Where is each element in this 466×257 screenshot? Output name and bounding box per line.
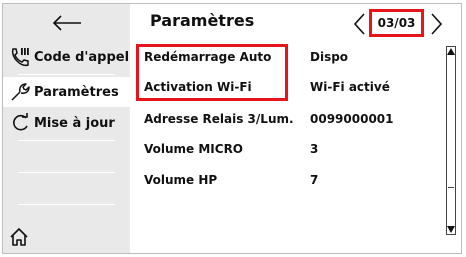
sidebar-item-label: Mise à jour — [34, 115, 115, 131]
sidebar-item-label: Paramètres — [34, 84, 119, 100]
setting-value: 0099000001 — [310, 112, 394, 126]
sidebar-divider — [18, 140, 115, 141]
sidebar-item-mise-a-jour[interactable]: Mise à jour — [3, 108, 130, 138]
chevron-left-icon[interactable] — [352, 12, 366, 36]
header: Paramètres 03/03 — [130, 4, 461, 42]
scroll-down-icon[interactable] — [447, 225, 455, 234]
setting-row-volume-micro[interactable]: Volume MICRO 3 — [130, 134, 440, 164]
sidebar-item-label: Code d'appel — [34, 49, 130, 65]
refresh-icon — [9, 112, 31, 134]
setting-row-adresse-relais[interactable]: Adresse Relais 3/Lum. 0099000001 — [130, 104, 440, 134]
sidebar-divider — [18, 204, 115, 205]
home-button[interactable] — [5, 223, 33, 251]
sidebar-divider — [18, 74, 115, 75]
phone-icon — [9, 46, 31, 68]
scroll-up-icon[interactable] — [447, 47, 455, 56]
back-arrow-icon — [52, 15, 81, 31]
setting-value: 7 — [310, 173, 319, 187]
sidebar-item-parametres[interactable]: Paramètres — [3, 77, 130, 107]
sidebar-item-code-appel[interactable]: Code d'appel — [3, 42, 130, 72]
home-icon — [10, 228, 28, 246]
setting-value: 3 — [310, 142, 319, 156]
device-screen: Code d'appel Paramètres Mise à jour Para… — [2, 3, 462, 254]
scrollbar[interactable] — [446, 46, 456, 235]
setting-value: Dispo — [310, 50, 349, 64]
setting-label: Volume MICRO — [144, 142, 244, 156]
setting-value: Wi-Fi activé — [310, 80, 390, 94]
setting-row-volume-hp[interactable]: Volume HP 7 — [130, 165, 440, 195]
page-title: Paramètres — [150, 11, 255, 30]
wrench-icon — [9, 81, 31, 103]
setting-label: Volume HP — [144, 173, 218, 187]
sidebar: Code d'appel Paramètres Mise à jour — [3, 4, 130, 253]
scroll-thumb[interactable] — [448, 187, 454, 226]
highlight-box — [136, 44, 288, 101]
sidebar-divider — [18, 172, 115, 173]
chevron-right-icon[interactable] — [430, 12, 444, 36]
setting-label: Adresse Relais 3/Lum. — [144, 112, 294, 126]
back-button[interactable] — [3, 4, 130, 42]
page-indicator: 03/03 — [369, 9, 424, 37]
settings-list: Redémarrage Auto Dispo Activation Wi-Fi … — [130, 42, 461, 253]
